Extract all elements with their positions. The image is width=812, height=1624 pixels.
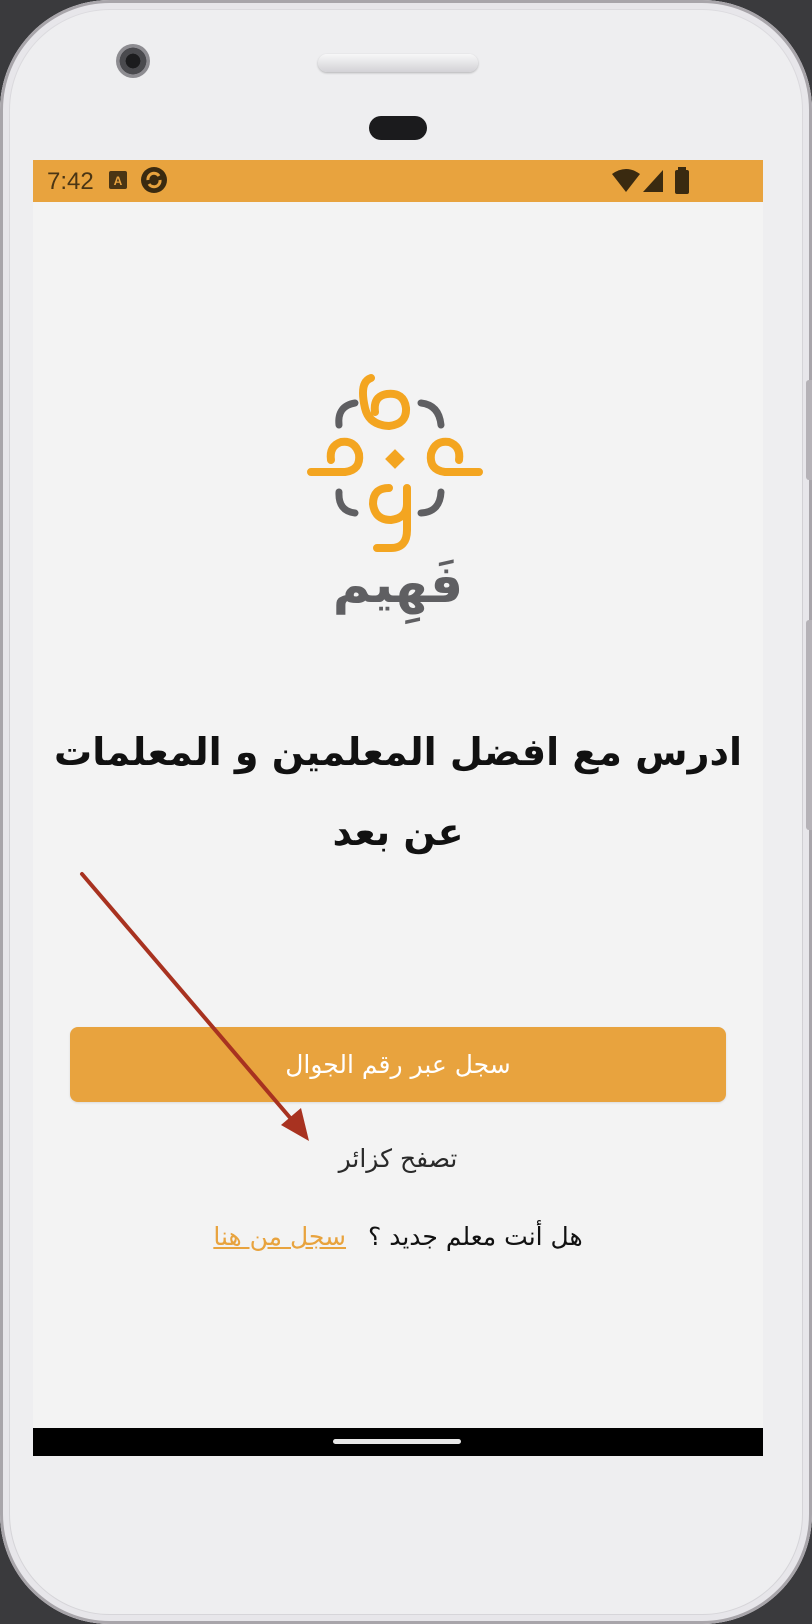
logo-wordmark: فَهِيم (332, 555, 464, 615)
teacher-question-text: هل أنت معلم جديد ؟ (368, 1222, 583, 1251)
front-camera (116, 44, 150, 78)
proximity-sensor (369, 116, 427, 140)
logo-emblem-icon (307, 374, 483, 552)
wifi-icon (612, 169, 640, 192)
headline-line-1: ادرس مع افضل المعلمين و المعلمات (54, 730, 742, 774)
cellular-signal-icon (643, 170, 663, 192)
teacher-register-link[interactable]: سجل من هنا (213, 1222, 346, 1251)
a11y-app-icon: A (109, 171, 127, 189)
status-bar: 7:42 A (33, 160, 763, 202)
app-screen: 7:42 A فَهِيم ادرس مع افضل المعلمين و ال… (33, 160, 763, 1456)
svg-text:A: A (114, 174, 123, 188)
browse-guest-button[interactable]: تصفح كزائر (33, 1144, 763, 1173)
sync-app-icon (141, 167, 167, 193)
home-gesture-handle[interactable] (333, 1439, 461, 1444)
register-phone-button[interactable]: سجل عبر رقم الجوال (70, 1027, 726, 1102)
app-logo (33, 370, 763, 560)
power-button (806, 380, 812, 480)
teacher-signup-row: هل أنت معلم جديد ؟ سجل من هنا (33, 1222, 763, 1251)
volume-button (806, 620, 812, 830)
phone-frame: 7:42 A فَهِيم ادرس مع افضل المعلمين و ال… (0, 0, 812, 1624)
status-time: 7:42 (47, 168, 94, 195)
earpiece-speaker (318, 54, 478, 72)
navigation-bar (33, 1428, 763, 1456)
battery-icon (675, 167, 689, 194)
headline-line-2: عن بعد (332, 810, 464, 854)
